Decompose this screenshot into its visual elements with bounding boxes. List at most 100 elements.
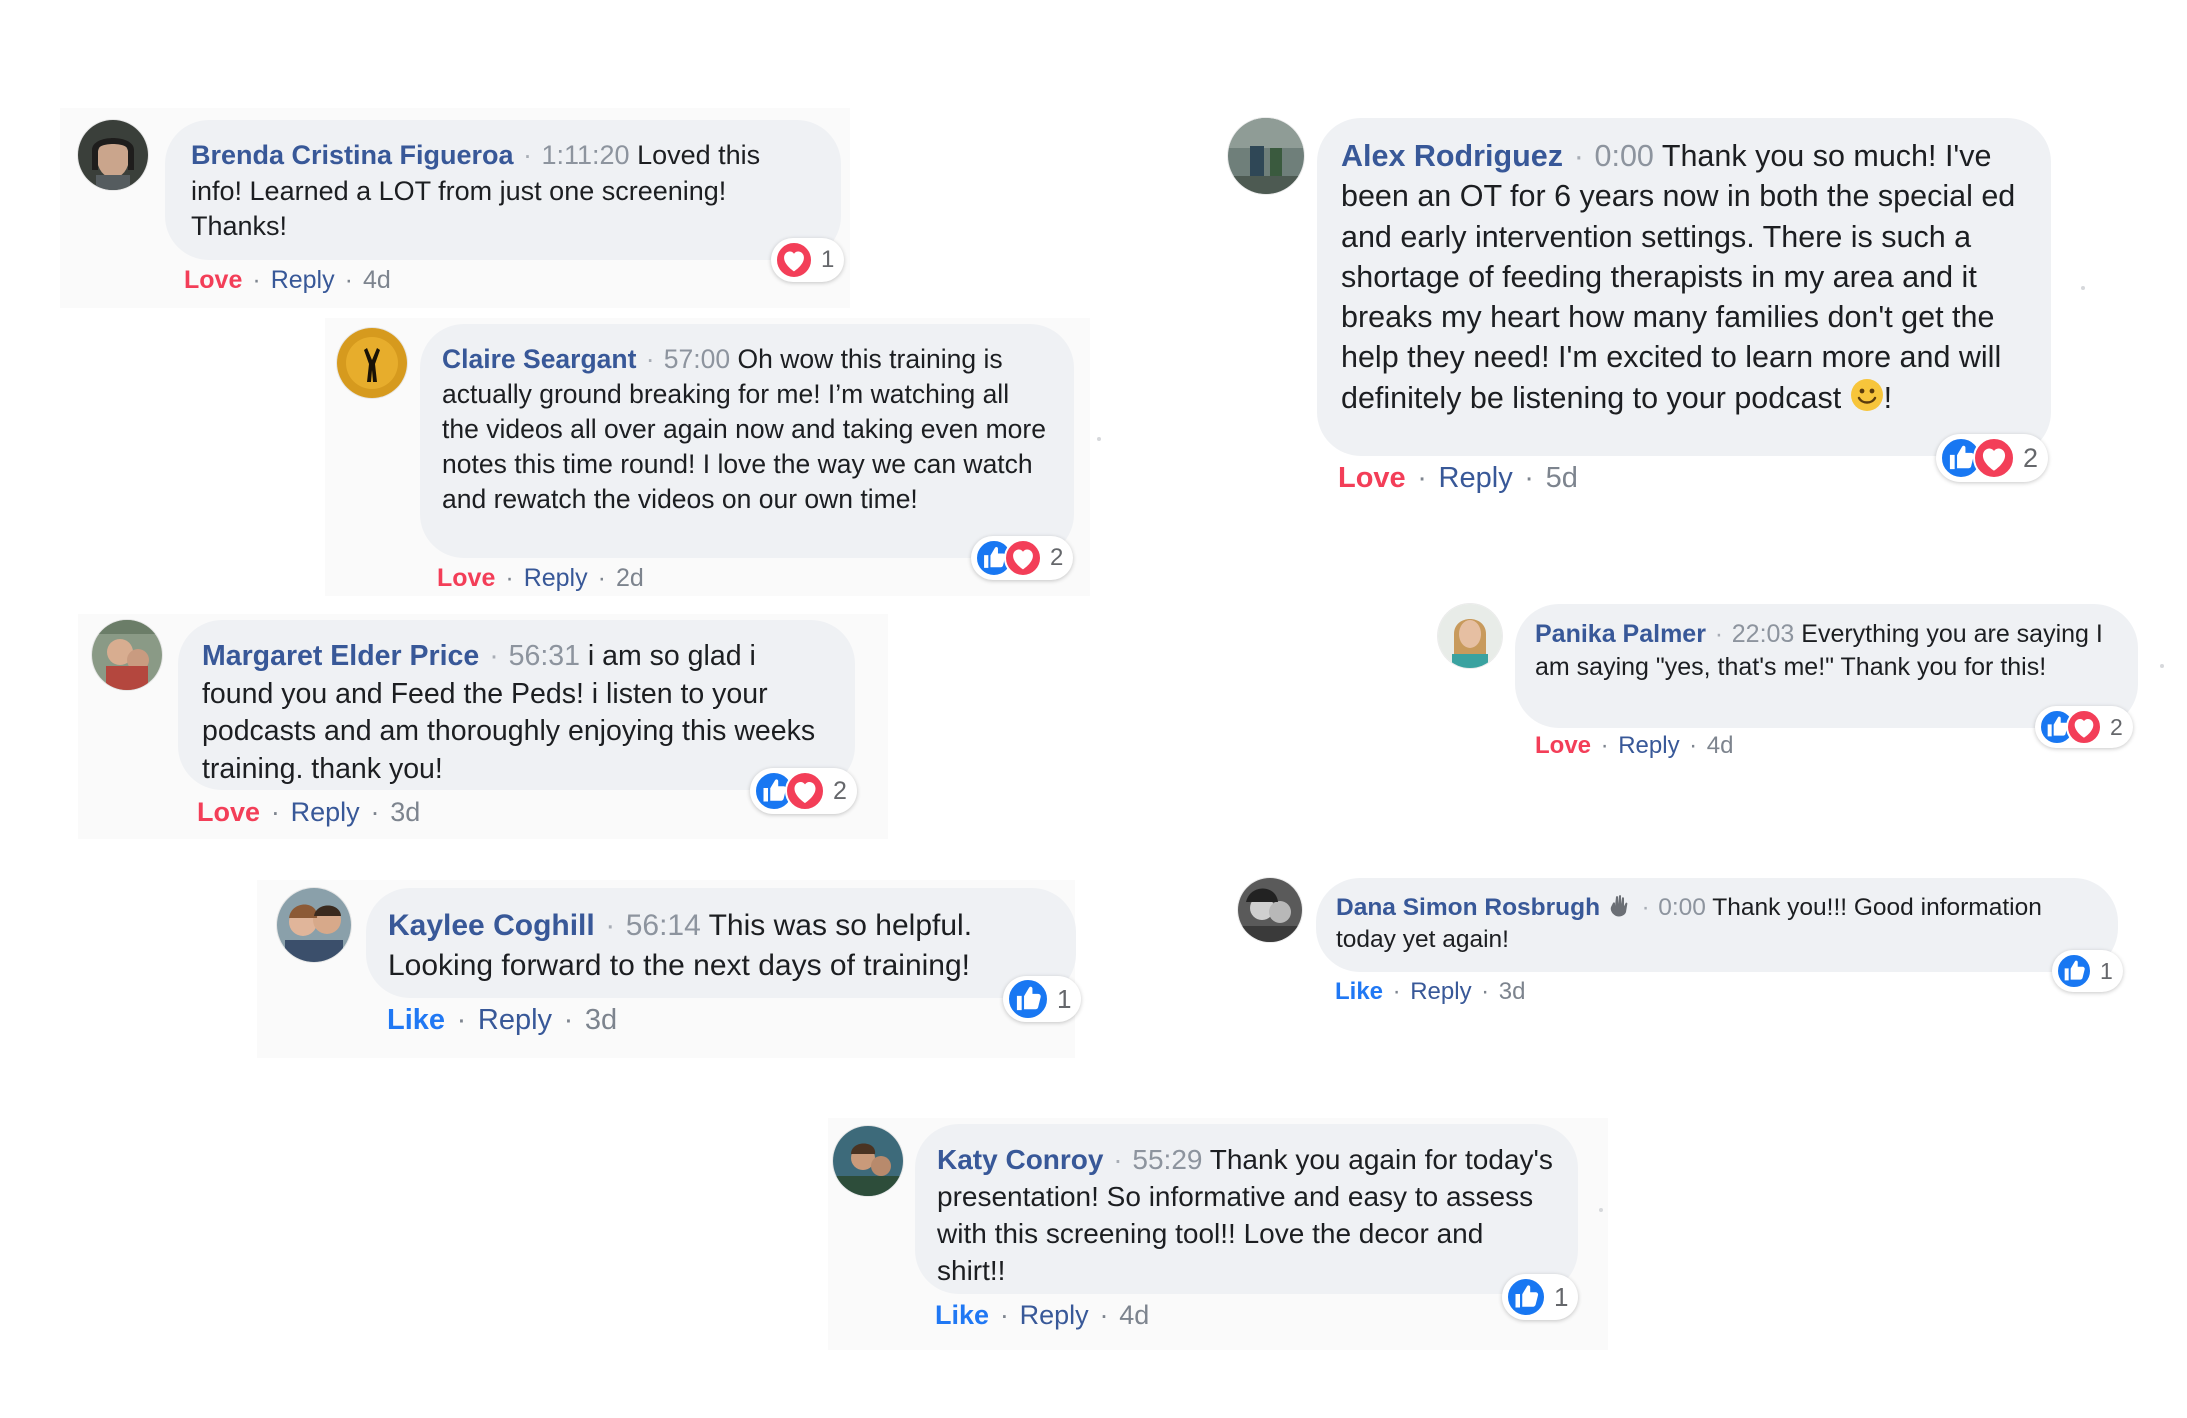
comment-author[interactable]: Claire Seargant	[442, 344, 636, 374]
love-reaction-icon	[775, 241, 813, 279]
reaction-count: 2	[833, 776, 847, 805]
reaction-summary[interactable]: 1	[2052, 950, 2123, 992]
avatar[interactable]	[277, 888, 351, 962]
video-timestamp[interactable]: 56:31	[509, 640, 580, 672]
comment-actions: Love · Reply · 5d	[1338, 462, 1578, 494]
reaction-count: 2	[1050, 544, 1064, 571]
reaction-count: 1	[2100, 957, 2113, 984]
comment-actions: Love · Reply · 4d	[1535, 732, 1734, 759]
video-timestamp[interactable]: 22:03	[1732, 620, 1795, 648]
video-timestamp[interactable]: 0:00	[1595, 139, 1654, 173]
waving-hand-icon	[1607, 893, 1633, 919]
comment-kaylee: Kaylee Coghill · 56:14 This was so helpful…	[257, 880, 1082, 1058]
comment-dana: Dana Simon Rosbrugh · 0:00 Thank you!!! G…	[1232, 870, 2132, 1020]
love-button[interactable]: Love	[197, 797, 260, 827]
comment-author[interactable]: Dana Simon Rosbrugh	[1336, 894, 1600, 921]
avatar[interactable]	[78, 120, 148, 190]
reply-button[interactable]: Reply	[1020, 1300, 1089, 1330]
reaction-summary[interactable]: 1	[1003, 976, 1082, 1022]
comment-author[interactable]: Alex Rodriguez	[1341, 139, 1563, 173]
avatar[interactable]	[337, 328, 407, 398]
reaction-summary[interactable]: 2	[971, 536, 1074, 580]
reaction-summary[interactable]: 2	[750, 768, 857, 814]
comment-age[interactable]: 4d	[1119, 1300, 1149, 1330]
comment-age[interactable]: 4d	[1707, 732, 1734, 759]
comment-claire: Claire Seargant · 57:00 Oh wow this traini…	[325, 318, 1090, 596]
love-button[interactable]: Love	[437, 564, 495, 592]
comment-author[interactable]: Brenda Cristina Figueroa	[191, 140, 514, 170]
comment-text-end: !	[1883, 380, 1893, 415]
comment-katy: Katy Conroy · 55:29 Thank you again for to…	[828, 1118, 1608, 1350]
menu-dot	[1599, 1208, 1603, 1212]
reply-button[interactable]: Reply	[271, 266, 335, 294]
reaction-summary[interactable]: 2	[2035, 706, 2133, 748]
comment-age[interactable]: 3d	[1499, 978, 1526, 1005]
comment-age[interactable]: 4d	[363, 266, 391, 294]
like-button[interactable]: Like	[387, 1004, 445, 1036]
comment-age[interactable]: 3d	[585, 1004, 617, 1036]
reply-button[interactable]: Reply	[291, 797, 360, 827]
avatar[interactable]	[1228, 118, 1304, 194]
avatar[interactable]	[92, 620, 162, 690]
comment-author[interactable]: Katy Conroy	[937, 1144, 1103, 1175]
comment-alex: Alex Rodriguez · 0:00 Thank you so much! I…	[1220, 108, 2100, 508]
love-button[interactable]: Love	[1338, 462, 1406, 494]
like-button[interactable]: Like	[935, 1300, 989, 1330]
comment-bubble: Dana Simon Rosbrugh · 0:00 Thank you!!! G…	[1316, 878, 2118, 972]
menu-dot	[1097, 437, 1101, 441]
video-timestamp[interactable]: 57:00	[664, 344, 730, 374]
comment-bubble: Margaret Elder Price · 56:31 i am so glad …	[178, 620, 855, 790]
comment-brenda: Brenda Cristina Figueroa · 1:11:20 Loved t…	[60, 108, 850, 308]
separator-dot: ·	[1641, 894, 1650, 921]
menu-dot	[2081, 286, 2085, 290]
reply-button[interactable]: Reply	[478, 1004, 552, 1036]
separator-dot: ·	[1714, 620, 1724, 648]
love-reaction-icon	[785, 771, 825, 811]
comment-actions: Love · Reply · 2d	[437, 564, 644, 592]
video-timestamp[interactable]: 0:00	[1658, 894, 1706, 921]
comment-age[interactable]: 2d	[616, 564, 644, 592]
separator-dot: ·	[523, 140, 533, 170]
reply-button[interactable]: Reply	[524, 564, 588, 592]
video-timestamp[interactable]: 56:14	[626, 909, 701, 942]
love-reaction-icon	[2066, 709, 2102, 745]
comment-author[interactable]: Panika Palmer	[1535, 620, 1706, 648]
reply-button[interactable]: Reply	[1618, 732, 1679, 759]
comment-margaret: Margaret Elder Price · 56:31 i am so glad …	[78, 614, 888, 839]
comment-bubble: Claire Seargant · 57:00 Oh wow this traini…	[420, 324, 1074, 558]
separator-dot: ·	[489, 640, 499, 672]
reaction-summary[interactable]: 1	[771, 238, 845, 282]
avatar[interactable]	[1438, 604, 1502, 668]
menu-dot	[2160, 664, 2164, 668]
comment-actions: Like · Reply · 3d	[387, 1004, 618, 1036]
comment-actions: Like · Reply · 3d	[1335, 978, 1526, 1005]
reply-button[interactable]: Reply	[1439, 462, 1513, 494]
love-button[interactable]: Love	[184, 266, 242, 294]
comment-actions: Like · Reply · 4d	[935, 1300, 1150, 1330]
love-button[interactable]: Love	[1535, 732, 1591, 759]
like-reaction-icon	[2056, 953, 2092, 989]
comment-text: Thank you so much! I've been an OT for 6…	[1341, 139, 2016, 415]
video-timestamp[interactable]: 1:11:20	[541, 140, 629, 170]
like-reaction-icon	[1007, 978, 1049, 1020]
comment-bubble: Kaylee Coghill · 56:14 This was so helpful…	[366, 888, 1076, 998]
avatar[interactable]	[833, 1126, 903, 1196]
love-reaction-icon	[1973, 437, 2015, 479]
video-timestamp[interactable]: 55:29	[1132, 1144, 1202, 1175]
love-reaction-icon	[1004, 539, 1042, 577]
comment-bubble: Alex Rodriguez · 0:00 Thank you so much! I…	[1317, 118, 2051, 456]
reaction-summary[interactable]: 2	[1936, 434, 2049, 482]
avatar[interactable]	[1238, 878, 1302, 942]
reaction-count: 1	[821, 246, 835, 273]
comment-age[interactable]: 3d	[390, 797, 420, 827]
reaction-summary[interactable]: 1	[1502, 1274, 1579, 1320]
separator-dot: ·	[1113, 1144, 1123, 1175]
comment-author[interactable]: Margaret Elder Price	[202, 640, 479, 672]
like-button[interactable]: Like	[1335, 978, 1383, 1005]
separator-dot: ·	[1573, 139, 1584, 173]
comment-author[interactable]: Kaylee Coghill	[388, 909, 595, 942]
like-reaction-icon	[1506, 1277, 1546, 1317]
reply-button[interactable]: Reply	[1410, 978, 1471, 1005]
reaction-count: 2	[2110, 713, 2123, 740]
comment-age[interactable]: 5d	[1546, 462, 1578, 494]
